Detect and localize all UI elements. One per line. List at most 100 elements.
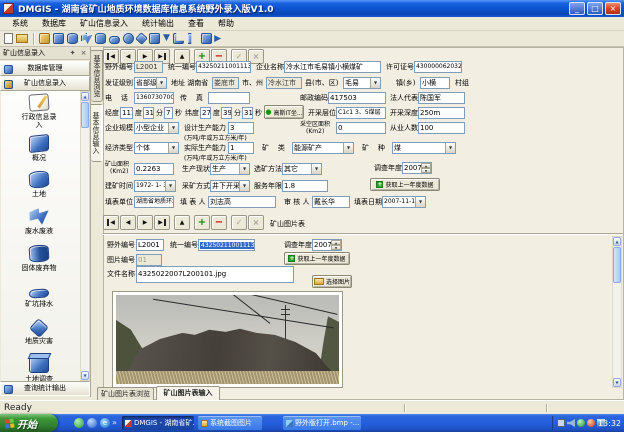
taskbar-task-screenshots-folder[interactable]: 系统截图图片 xyxy=(198,416,262,430)
edit-record-icon[interactable] xyxy=(39,33,50,44)
land-icon[interactable] xyxy=(67,33,78,44)
input-mining-layer[interactable]: C1c1 3、5煤层 xyxy=(336,107,386,119)
dropdown-icon[interactable]: ▼ xyxy=(168,143,178,153)
input-pic-field-number[interactable]: L2001 xyxy=(136,239,164,251)
scroll-up-icon[interactable]: ▲ xyxy=(613,237,621,246)
dropdown-icon[interactable]: ▼ xyxy=(168,123,178,133)
tab-picture-table-browse[interactable]: 矿山图片表浏览 xyxy=(97,387,154,400)
combo-mining-method[interactable]: 井下开采▼ xyxy=(210,180,250,192)
scroll-up-icon[interactable]: ▲ xyxy=(81,92,89,101)
combo-county[interactable]: 毛易▼ xyxy=(343,77,381,89)
combo-beneficiation[interactable]: 其它▼ xyxy=(282,163,322,175)
input-enterprise-name[interactable]: 冷水江市毛易镇小横煤矿 xyxy=(284,61,381,73)
new-file-icon[interactable] xyxy=(4,33,13,44)
quick-launch-ie-icon[interactable]: e xyxy=(100,418,110,428)
tab-basic-info-browse[interactable]: 基本信息浏览 xyxy=(91,50,103,102)
maximize-button[interactable]: □ xyxy=(587,2,603,15)
dropdown-icon[interactable]: ▼ xyxy=(311,164,321,174)
button-gauss-coord[interactable]: ●高斯IT坐... xyxy=(264,105,304,119)
first-record-button[interactable]: ◀ xyxy=(103,49,119,64)
sidebar-group-mine-entry[interactable]: 矿山信息录入 xyxy=(0,76,90,91)
input-pic-number[interactable]: 01 xyxy=(136,254,162,266)
tray-status-green-icon[interactable] xyxy=(577,419,585,427)
dropdown-icon[interactable]: ▼ xyxy=(156,78,166,88)
close-button[interactable]: × xyxy=(605,2,621,15)
input-longitude-sec[interactable]: 7 xyxy=(164,107,173,119)
dropdown-icon[interactable]: ▼ xyxy=(445,143,455,153)
input-longitude-deg[interactable]: 111 xyxy=(120,107,133,119)
input-mining-depth[interactable]: 250m xyxy=(418,107,465,119)
land-survey-icon[interactable] xyxy=(149,33,160,44)
tab-picture-table-input[interactable]: 矿山图片表输入 xyxy=(156,386,220,400)
input-mine-area[interactable]: 0.2263 xyxy=(134,163,174,175)
sidebar-group-query-output[interactable]: 查询统计输出 xyxy=(0,381,90,396)
combo-production-status[interactable]: 生产▼ xyxy=(210,163,250,175)
input-field-number[interactable]: L2001 xyxy=(134,61,163,73)
scroll-down-icon[interactable]: ▼ xyxy=(81,371,89,380)
combo-economic-type[interactable]: 个体▼ xyxy=(134,142,179,154)
start-button[interactable]: 开始 xyxy=(0,414,58,432)
minimize-button[interactable]: _ xyxy=(569,2,585,15)
scroll-thumb[interactable] xyxy=(613,247,621,283)
combo-build-date[interactable]: 1972- 1- 3▼ xyxy=(134,180,176,192)
sidebar-item-partial[interactable] xyxy=(1,373,77,381)
sidebar-scrollbar[interactable]: ▲ ▼ xyxy=(80,91,90,381)
input-actual-capacity[interactable]: 1 xyxy=(228,142,254,154)
input-latitude-sec[interactable]: 31 xyxy=(242,107,253,119)
mine-drainage-icon[interactable] xyxy=(109,36,120,44)
menu-help[interactable]: 帮助 xyxy=(211,18,241,29)
menu-database[interactable]: 数据库 xyxy=(35,18,73,29)
geohazard-icon[interactable] xyxy=(135,32,148,45)
taskbar-task-dmgis[interactable]: DMGIS - 湖南省矿... xyxy=(122,416,194,430)
button-get-previous-year[interactable]: +获取上一年度数据 xyxy=(370,178,440,191)
spin-survey-year[interactable]: 2007▲▼ xyxy=(402,162,432,174)
input-service-years[interactable]: 1.8 xyxy=(282,180,328,192)
wastewater-icon[interactable] xyxy=(81,33,92,44)
quick-launch-icon-2[interactable] xyxy=(87,418,97,428)
input-city[interactable]: 娄底市 xyxy=(212,77,239,89)
spin-down-icon[interactable]: ▼ xyxy=(331,245,341,250)
input-phone[interactable]: 13607307000 xyxy=(134,92,174,104)
dropdown-icon[interactable]: ▼ xyxy=(239,164,249,174)
pic-cancel-record-button[interactable]: × xyxy=(248,215,264,230)
open-folder-icon[interactable] xyxy=(16,34,28,43)
combo-mineral-class[interactable]: 能源矿产▼ xyxy=(292,142,354,154)
tray-volume-icon[interactable] xyxy=(567,419,575,427)
input-unified-number[interactable]: 43250211001113 xyxy=(196,61,251,73)
menu-system[interactable]: 系统 xyxy=(5,18,35,29)
scroll-thumb[interactable] xyxy=(81,102,89,128)
input-reviewer[interactable]: 戴长华 xyxy=(312,196,350,208)
input-goaf-area[interactable]: 0 xyxy=(336,122,386,134)
pin-icon[interactable]: ✦ xyxy=(68,49,77,58)
sidebar-item-solid-waste[interactable]: 固体废弃物 xyxy=(1,245,77,272)
pic-last-record-button[interactable]: ▶ xyxy=(154,215,170,230)
input-prefecture[interactable]: 冷水江市 xyxy=(266,77,302,89)
combo-enterprise-scale[interactable]: 小型企业▼ xyxy=(134,122,179,134)
dropdown-icon[interactable]: ▼ xyxy=(343,143,353,153)
combo-form-date[interactable]: 2007-11-13▼ xyxy=(382,196,426,208)
input-pic-unified-number[interactable]: 43250211001113 xyxy=(198,239,255,251)
tab-basic-info-input[interactable]: 基本信息输入 xyxy=(91,104,103,162)
menu-stat-output[interactable]: 统计输出 xyxy=(135,18,181,29)
top-record-button[interactable]: ▲ xyxy=(174,49,190,64)
pic-top-record-button[interactable]: ▲ xyxy=(174,215,190,230)
pic-next-record-button[interactable]: ▶ xyxy=(137,215,153,230)
button-pic-get-previous-year[interactable]: +获取上一年度数据 xyxy=(284,252,350,265)
input-form-filler[interactable]: 刘志高 xyxy=(208,196,276,208)
sidebar-group-database[interactable]: 数据库管理 xyxy=(0,61,90,76)
solid-waste-icon[interactable] xyxy=(95,33,106,44)
sidebar-item-admin-info[interactable]: 行政信息录 入 xyxy=(1,94,77,129)
columns-icon[interactable] xyxy=(187,33,198,44)
menu-mine-info-entry[interactable]: 矿山信息录入 xyxy=(73,18,135,29)
input-employees[interactable]: 100 xyxy=(418,122,465,134)
download-arrow-icon[interactable]: ▼ xyxy=(163,33,170,44)
pic-prev-record-button[interactable]: ◀ xyxy=(120,215,136,230)
spin-pic-survey-year[interactable]: 2007▲▼ xyxy=(312,239,342,251)
quick-launch-icon-1[interactable] xyxy=(74,418,84,428)
sidebar-item-overview[interactable]: 概况 xyxy=(1,135,77,162)
picture-panel-scrollbar[interactable]: ▲ ▼ xyxy=(612,236,622,388)
dropdown-icon[interactable]: ▼ xyxy=(415,197,425,207)
pic-post-record-button[interactable]: ✓ xyxy=(231,215,247,230)
input-latitude-deg[interactable]: 27 xyxy=(200,107,211,119)
tray-network-icon[interactable] xyxy=(557,419,565,427)
